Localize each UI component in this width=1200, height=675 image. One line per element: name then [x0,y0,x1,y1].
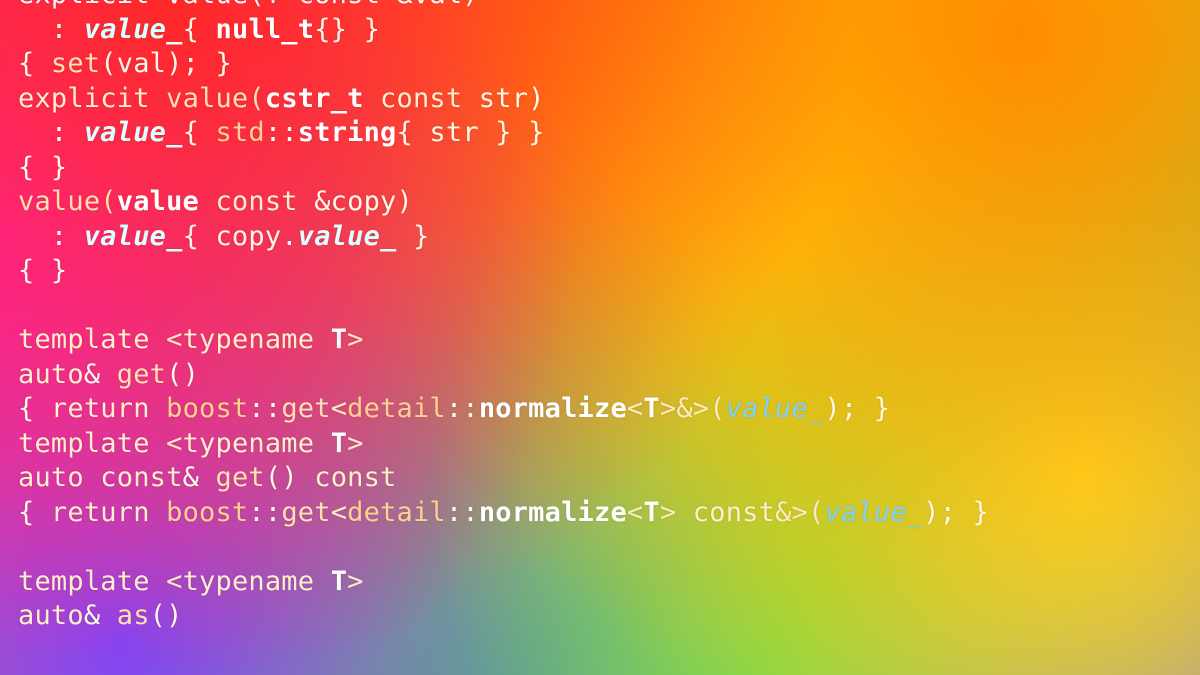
code-token: T [643,497,659,528]
code-token [314,566,330,597]
code-token: () [265,462,314,493]
code-token: () [150,600,183,631]
code-token: > [347,324,363,355]
code-token: normalize [479,497,627,528]
code-token: boost [150,497,249,528]
code-token: :: [248,393,281,424]
code-token: value_ [726,393,825,424]
code-token: >&>( [660,393,726,424]
code-token: return [51,497,150,528]
code-token: < [331,497,347,528]
code-token: > [660,497,693,528]
code-token: : [18,14,84,45]
code-token: value( [18,186,117,217]
code-token: { [183,117,216,148]
code-token: & [84,600,117,631]
code-token: template [18,324,150,355]
code-token: { } [18,152,67,183]
code-token: < [150,566,183,597]
code-token: > [347,566,363,597]
code-token: :: [446,393,479,424]
code-token: ); } [824,393,890,424]
code-token: template [18,428,150,459]
code-line: explicit value(T const &val) [18,0,479,10]
code-token: < [627,393,643,424]
code-token: value_ [298,221,397,252]
code-token: typename [183,566,315,597]
code-token: } [397,221,430,252]
code-wallpaper: explicit value(T const &val) : value_{ n… [0,0,1200,675]
code-token: value( [150,83,265,114]
code-token: auto [18,600,84,631]
code-token: str) [462,83,544,114]
code-token: :: [265,117,298,148]
code-token: detail [347,393,446,424]
code-token: value_ [84,14,183,45]
code-token: < [150,324,183,355]
code-token: T [331,324,347,355]
code-token: : [18,221,84,252]
code-token: { [18,497,51,528]
code-token: const [364,83,463,114]
code-token: typename [183,324,315,355]
code-token: boost [150,393,249,424]
code-token: { [18,48,51,79]
code-token: & [183,462,216,493]
code-token: value_ [824,497,923,528]
code-token: get [281,393,330,424]
code-token: < [627,497,643,528]
code-token: value_ [84,221,183,252]
code-token: value [117,186,199,217]
code-token: < [331,393,347,424]
code-token: { } [18,255,67,286]
code-token: string [298,117,397,148]
code-token: null_t [215,14,314,45]
code-token: cstr_t [265,83,364,114]
code-token: set [51,48,100,79]
code-token: const [199,186,298,217]
code-token: T [643,393,659,424]
code-token: const [693,497,775,528]
code-token: return [51,393,150,424]
code-token: & [84,359,117,390]
code-token: std [215,117,264,148]
code-token: > [347,428,363,459]
code-token: normalize [479,393,627,424]
code-token: auto [18,359,84,390]
code-token: T [331,566,347,597]
code-token: typename [183,428,315,459]
code-token: () [166,359,199,390]
code-token [314,428,330,459]
code-token: { copy. [183,221,298,252]
code-token: as [117,600,150,631]
code-token: < [150,428,183,459]
code-token: const [314,462,396,493]
code-token: explicit [18,83,150,114]
code-token: get [117,359,166,390]
code-token [314,324,330,355]
code-token: detail [347,497,446,528]
code-token: :: [446,497,479,528]
code-token: template [18,566,150,597]
code-block: explicit value(T const &val) : value_{ n… [18,0,989,634]
code-token: :: [248,497,281,528]
code-token: (val); } [100,48,232,79]
code-token: const [84,462,183,493]
code-token: &>( [775,497,824,528]
code-token: &copy) [298,186,413,217]
code-token: ); } [923,497,989,528]
code-token: {} } [314,14,380,45]
code-token: : [18,117,84,148]
code-token: get [281,497,330,528]
code-token: { [18,393,51,424]
code-token: { [183,14,216,45]
code-token: T [331,428,347,459]
code-token: { str } } [397,117,545,148]
code-token: auto [18,462,84,493]
code-token: value_ [84,117,183,148]
code-token: get [215,462,264,493]
